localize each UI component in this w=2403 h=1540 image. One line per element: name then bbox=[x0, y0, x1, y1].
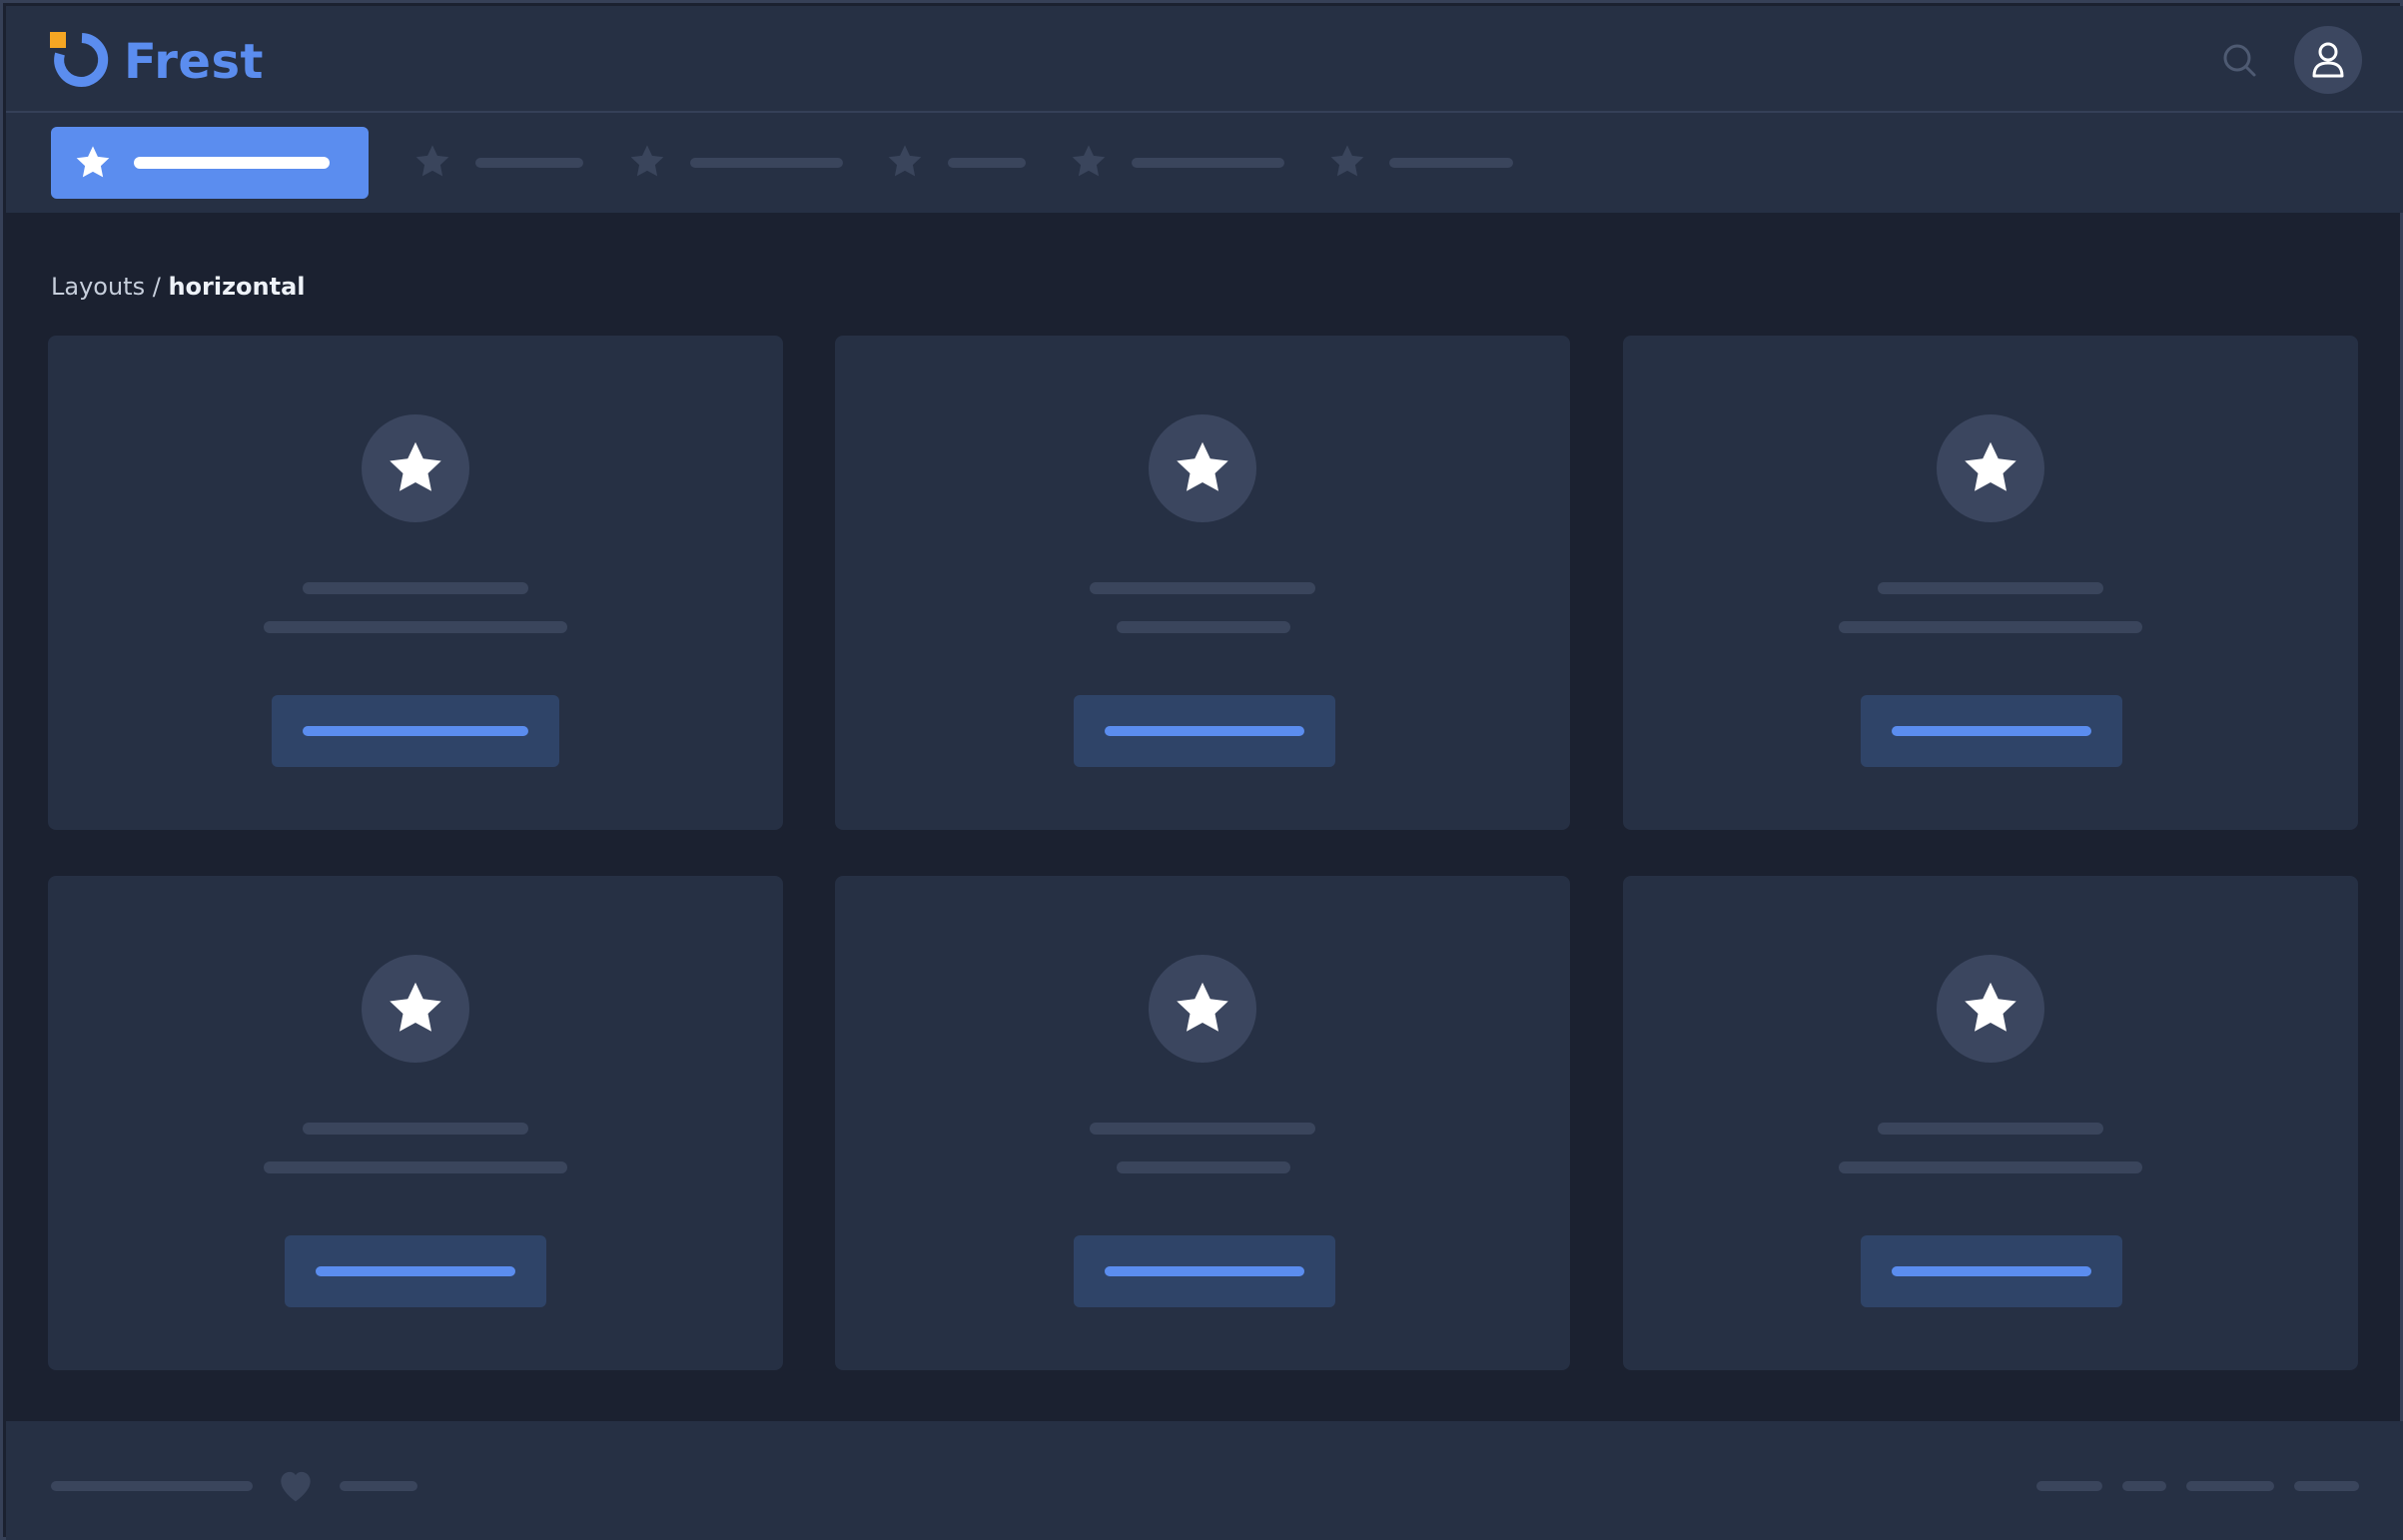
card-title-placeholder bbox=[1878, 1123, 2103, 1135]
star-icon bbox=[1177, 441, 1228, 491]
card-button-label-placeholder bbox=[1105, 1266, 1304, 1276]
card-text-placeholder bbox=[264, 1161, 567, 1173]
card-title-placeholder bbox=[303, 1123, 528, 1135]
card-text-placeholder bbox=[1839, 1161, 2142, 1173]
card bbox=[835, 876, 1570, 1370]
nav-item-3[interactable] bbox=[627, 141, 847, 185]
nav-label-placeholder bbox=[475, 158, 583, 168]
card-button-label-placeholder bbox=[1105, 726, 1304, 736]
user-icon bbox=[2312, 42, 2344, 78]
app-window: Frest Layouts / horizontal bbox=[0, 0, 2403, 1540]
card-icon-badge bbox=[1937, 955, 2044, 1063]
card-icon-badge bbox=[1149, 955, 1256, 1063]
card bbox=[835, 336, 1570, 830]
footer-link-placeholder[interactable] bbox=[2294, 1481, 2359, 1491]
nav-item-2[interactable] bbox=[412, 141, 588, 185]
card-icon-badge bbox=[1149, 414, 1256, 522]
top-header: Frest bbox=[6, 6, 2403, 113]
footer-link-placeholder[interactable] bbox=[2186, 1481, 2274, 1491]
breadcrumb-separator: / bbox=[145, 273, 169, 301]
frest-logo-icon[interactable] bbox=[50, 32, 110, 92]
card-icon-badge bbox=[1937, 414, 2044, 522]
nav-label-placeholder bbox=[1132, 158, 1284, 168]
star-icon bbox=[1327, 143, 1367, 186]
footer-copyright-placeholder bbox=[51, 1481, 253, 1491]
star-icon bbox=[627, 143, 667, 186]
breadcrumb-parent[interactable]: Layouts bbox=[51, 273, 145, 301]
card bbox=[1623, 876, 2358, 1370]
nav-label-placeholder bbox=[948, 158, 1026, 168]
nav-label-placeholder bbox=[134, 157, 330, 169]
card-button[interactable] bbox=[1861, 1235, 2122, 1307]
search-icon[interactable] bbox=[2221, 42, 2257, 78]
card-button-label-placeholder bbox=[303, 726, 528, 736]
card bbox=[48, 876, 783, 1370]
card-button[interactable] bbox=[1074, 1235, 1335, 1307]
nav-item-6[interactable] bbox=[1327, 141, 1519, 185]
star-icon bbox=[1965, 441, 2016, 491]
nav-item-5[interactable] bbox=[1069, 141, 1290, 185]
card-text-placeholder bbox=[1839, 621, 2142, 633]
card-button[interactable] bbox=[1861, 695, 2122, 767]
horizontal-nav bbox=[6, 113, 2403, 213]
card-button-label-placeholder bbox=[316, 1266, 515, 1276]
card-button[interactable] bbox=[1074, 695, 1335, 767]
card-button-label-placeholder bbox=[1892, 726, 2091, 736]
user-avatar-button[interactable] bbox=[2294, 26, 2362, 94]
card-text-placeholder bbox=[264, 621, 567, 633]
card-title-placeholder bbox=[1090, 582, 1315, 594]
footer-link-placeholder[interactable] bbox=[2122, 1481, 2166, 1491]
card-text-placeholder bbox=[1117, 621, 1290, 633]
card bbox=[1623, 336, 2358, 830]
star-icon bbox=[1069, 143, 1109, 186]
breadcrumb: Layouts / horizontal bbox=[51, 271, 306, 303]
card-text-placeholder bbox=[1117, 1161, 1290, 1173]
star-icon bbox=[1177, 982, 1228, 1032]
card-button[interactable] bbox=[285, 1235, 546, 1307]
card bbox=[48, 336, 783, 830]
card-title-placeholder bbox=[1090, 1123, 1315, 1135]
card-icon-badge bbox=[362, 955, 469, 1063]
footer bbox=[6, 1421, 2403, 1540]
card-title-placeholder bbox=[303, 582, 528, 594]
brand-name[interactable]: Frest bbox=[124, 32, 264, 92]
star-icon bbox=[73, 144, 113, 187]
footer-author-placeholder[interactable] bbox=[340, 1481, 417, 1491]
star-icon bbox=[1965, 982, 2016, 1032]
star-icon bbox=[412, 143, 452, 186]
nav-label-placeholder bbox=[690, 158, 843, 168]
heart-icon bbox=[276, 1467, 316, 1508]
card-button[interactable] bbox=[272, 695, 559, 767]
nav-item-active[interactable] bbox=[51, 127, 369, 199]
footer-link-placeholder[interactable] bbox=[2036, 1481, 2102, 1491]
card-title-placeholder bbox=[1878, 582, 2103, 594]
star-icon bbox=[885, 143, 925, 186]
star-icon bbox=[390, 982, 441, 1032]
card-icon-badge bbox=[362, 414, 469, 522]
star-icon bbox=[390, 441, 441, 491]
card-button-label-placeholder bbox=[1892, 1266, 2091, 1276]
nav-label-placeholder bbox=[1389, 158, 1513, 168]
breadcrumb-current: horizontal bbox=[168, 273, 306, 301]
nav-item-4[interactable] bbox=[885, 141, 1033, 185]
